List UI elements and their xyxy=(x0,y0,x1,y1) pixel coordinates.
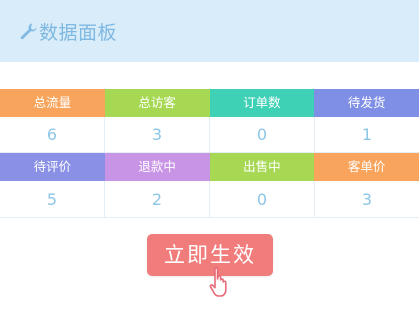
pointer-cursor-icon xyxy=(208,266,232,300)
stat-value-avg-order-value[interactable]: 3 xyxy=(315,181,419,218)
stat-label-pending-review: 待评价 xyxy=(0,153,105,181)
stat-value-on-sale[interactable]: 0 xyxy=(210,181,315,218)
stat-value-refunding[interactable]: 2 xyxy=(105,181,210,218)
stat-label-total-traffic: 总流量 xyxy=(0,89,105,117)
page-title: 数据面板 xyxy=(39,21,118,44)
stat-value-pending-shipment[interactable]: 1 xyxy=(315,117,419,153)
stat-label-total-visitors: 总访客 xyxy=(104,89,210,117)
stat-label-orders: 订单数 xyxy=(209,89,315,117)
wrench-icon xyxy=(19,22,37,40)
stat-label-pending-shipment: 待发货 xyxy=(314,89,419,117)
stat-label-refunding: 退款中 xyxy=(104,153,210,181)
stat-label-on-sale: 出售中 xyxy=(209,153,315,181)
stat-value-orders[interactable]: 0 xyxy=(210,117,315,153)
stat-value-total-traffic[interactable]: 6 xyxy=(0,117,105,153)
stat-value-pending-review[interactable]: 5 xyxy=(0,181,105,218)
stat-label-avg-order-value: 客单价 xyxy=(314,153,419,181)
header-bar: 数据面板 xyxy=(0,0,419,62)
stats-header-row-2: 待评价 退款中 出售中 客单价 xyxy=(0,153,419,181)
stat-value-total-visitors[interactable]: 3 xyxy=(105,117,210,153)
stats-header-row-1: 总流量 总访客 订单数 待发货 xyxy=(0,89,419,117)
stats-value-row-2: 5 2 0 3 xyxy=(0,181,419,218)
stats-value-row-1: 6 3 0 1 xyxy=(0,117,419,153)
